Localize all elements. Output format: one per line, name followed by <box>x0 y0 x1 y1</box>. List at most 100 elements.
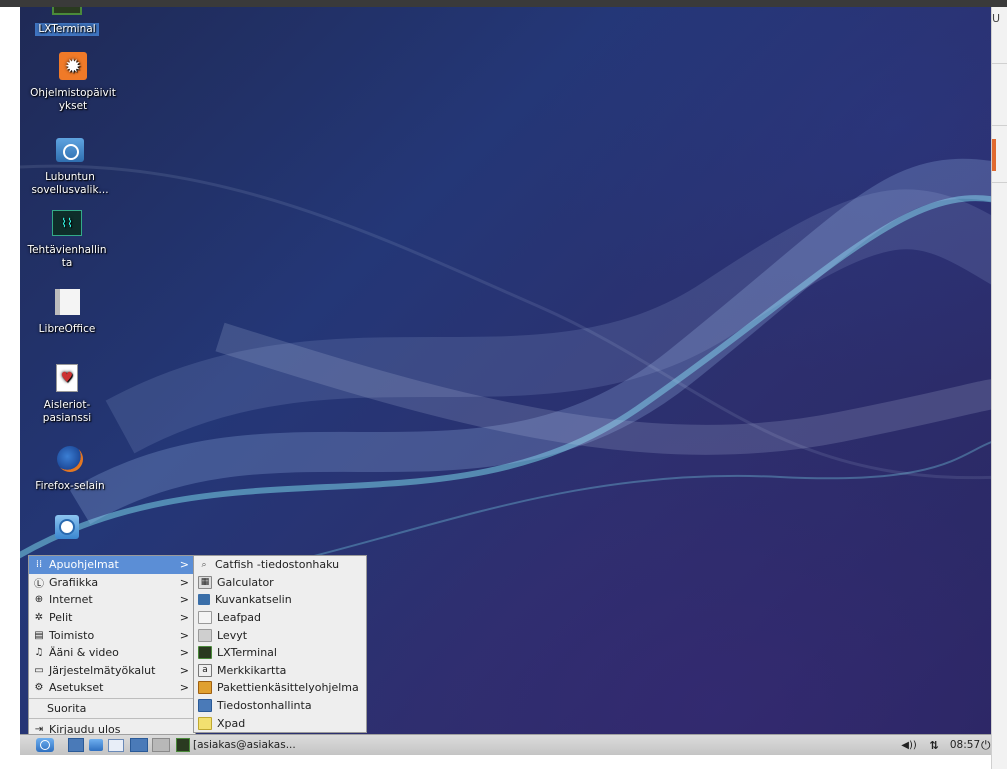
window-icon <box>108 738 124 752</box>
accessories-icon: ⁞⁞ <box>35 559 43 571</box>
background-window-edge: U <box>991 7 1007 769</box>
workspace-switcher-1[interactable] <box>107 737 125 753</box>
terminal-icon <box>198 646 212 660</box>
menu-item-label: Asetukset <box>49 681 104 695</box>
notes-icon <box>198 716 212 730</box>
menu-item-label: Järjestelmätyökalut <box>49 663 156 677</box>
menu-item-sound-video[interactable]: ♫ Ääni & video > <box>29 644 195 662</box>
menu-item-label: Toimisto <box>49 628 95 642</box>
volume-icon: ◀)) <box>901 739 917 751</box>
accessories-submenu: ⌕ Catfish -tiedostonhaku ▦ Galculator Ku… <box>193 555 367 733</box>
office-icon: ▤ <box>34 629 44 641</box>
chevron-right-icon: > <box>179 558 189 572</box>
submenu-item-image-viewer[interactable]: Kuvankatselin <box>194 591 366 609</box>
lubuntu-software-center-icon <box>55 135 85 165</box>
workspace-switcher-2[interactable] <box>129 737 149 753</box>
submenu-item-leafpad[interactable]: Leafpad <box>194 609 366 627</box>
menu-item-system-tools[interactable]: ▭ Järjestelmätyökalut > <box>29 662 195 680</box>
submenu-item-label: Kuvankatselin <box>215 593 292 607</box>
task-manager-icon: ⌇⌇ <box>52 208 82 238</box>
lubuntu-logo-icon <box>36 738 54 752</box>
window-divider <box>992 182 1007 183</box>
firefox-icon <box>55 444 85 474</box>
chevron-right-icon: > <box>179 646 189 660</box>
sound-video-icon: ♫ <box>34 647 44 659</box>
desktop-icon-label: Aisleriot-pasianssi <box>42 399 92 424</box>
menu-item-run[interactable]: Suorita <box>29 700 195 718</box>
taskbar: [asiakas@asiakas... ◀)) ⇅ 08:57 ⏻ <box>20 734 991 755</box>
desktop-icon-label: Lubuntun sovellusvalik... <box>31 171 109 196</box>
menu-item-graphics[interactable]: Ⓛ Grafiikka > <box>29 574 195 592</box>
network-indicator[interactable]: ⇅ <box>924 737 944 753</box>
desktop-icon-task-manager[interactable]: ⌇⌇ Tehtävienhallinta <box>20 208 117 270</box>
system-tools-icon: ▭ <box>34 664 44 676</box>
network-arrows-icon: ⇅ <box>929 738 939 752</box>
desktop-icon-label: Tehtävienhallinta <box>27 244 107 269</box>
chevron-right-icon: > <box>179 681 189 695</box>
disks-icon <box>198 628 212 642</box>
partial-window-text: U <box>992 12 1001 25</box>
task-button-terminal[interactable]: [asiakas@asiakas... <box>176 737 296 753</box>
desktop-icon-label: Ohjelmistopäivitykset <box>30 87 116 112</box>
chevron-right-icon: > <box>179 628 189 642</box>
chevron-right-icon: > <box>179 663 189 677</box>
menu-item-internet[interactable]: ⊕ Internet > <box>29 591 195 609</box>
power-icon: ⏻ <box>981 737 991 752</box>
menu-item-games[interactable]: ✲ Pelit > <box>29 609 195 627</box>
menu-item-label: Ääni & video <box>49 646 119 660</box>
logout-icon: ⇥ <box>34 723 44 735</box>
window-divider <box>992 125 1007 126</box>
clock[interactable]: 08:57 <box>949 737 981 753</box>
desktop-icon-firefox[interactable]: Firefox-selain <box>20 444 120 493</box>
submenu-item-catfish[interactable]: ⌕ Catfish -tiedostonhaku <box>194 556 366 574</box>
desktop-icon-software-updater[interactable]: ✹ Ohjelmistopäivitykset <box>23 51 123 113</box>
shutdown-button[interactable]: ⏻ <box>981 737 991 753</box>
submenu-item-package-manager[interactable]: Pakettienkäsittelyohjelma <box>194 679 366 697</box>
chromium-icon <box>52 512 82 542</box>
desktop-pager-icon <box>152 738 170 752</box>
start-menu-button[interactable] <box>31 737 59 753</box>
window-divider <box>992 63 1007 64</box>
games-icon: ✲ <box>34 612 44 624</box>
desktop-icon-libreoffice[interactable]: LibreOffice <box>20 287 117 336</box>
character-map-icon: a <box>198 663 212 677</box>
desktop-icon-label: Firefox-selain <box>35 480 105 492</box>
software-updater-icon: ✹ <box>58 51 88 81</box>
file-manager-launcher[interactable] <box>67 737 85 753</box>
menu-separator <box>29 718 195 720</box>
browser-icon <box>89 739 103 751</box>
internet-icon: ⊕ <box>34 594 44 606</box>
task-button-label: [asiakas@asiakas... <box>193 739 296 751</box>
menu-item-label: Internet <box>49 593 93 607</box>
workspace-switcher-3[interactable] <box>151 737 171 753</box>
submenu-item-lxterminal[interactable]: LXTerminal <box>194 644 366 662</box>
submenu-item-xpad[interactable]: Xpad <box>194 714 366 732</box>
menu-item-label: Pelit <box>49 611 73 625</box>
desktop-icon-solitaire[interactable]: ♥ Aisleriot-pasianssi <box>20 363 117 425</box>
submenu-item-disks[interactable]: Levyt <box>194 626 366 644</box>
submenu-item-label: LXTerminal <box>217 646 277 660</box>
menu-item-label: Suorita <box>47 702 87 716</box>
search-icon: ⌕ <box>201 559 207 570</box>
submenu-item-file-manager[interactable]: Tiedostonhallinta <box>194 697 366 715</box>
desktop-icon-chromium[interactable] <box>20 512 117 548</box>
volume-control[interactable]: ◀)) <box>898 737 920 753</box>
submenu-item-galculator[interactable]: ▦ Galculator <box>194 574 366 592</box>
image-viewer-icon <box>198 594 210 606</box>
submenu-item-label: Catfish -tiedostonhaku <box>215 558 340 572</box>
submenu-item-label: Xpad <box>217 716 246 730</box>
terminal-icon <box>176 738 190 752</box>
desktop-icon-lubuntu-software-center[interactable]: Lubuntun sovellusvalik... <box>20 135 120 197</box>
desktop-icon-label: LibreOffice <box>38 323 96 335</box>
package-manager-icon <box>198 681 212 695</box>
desktop-icon-lxterminal[interactable]: LXTerminal <box>20 7 117 36</box>
menu-item-accessories[interactable]: ⁞⁞ Apuohjelmat > <box>29 556 195 574</box>
submenu-item-character-map[interactable]: a Merkkikartta <box>194 662 366 680</box>
submenu-item-label: Galculator <box>217 575 274 589</box>
terminal-icon <box>52 7 82 17</box>
menu-item-settings[interactable]: ⚙ Asetukset > <box>29 679 195 697</box>
submenu-item-label: Leafpad <box>217 611 262 625</box>
menu-item-office[interactable]: ▤ Toimisto > <box>29 626 195 644</box>
top-edge-bar <box>0 0 1007 7</box>
browser-launcher[interactable] <box>87 737 105 753</box>
